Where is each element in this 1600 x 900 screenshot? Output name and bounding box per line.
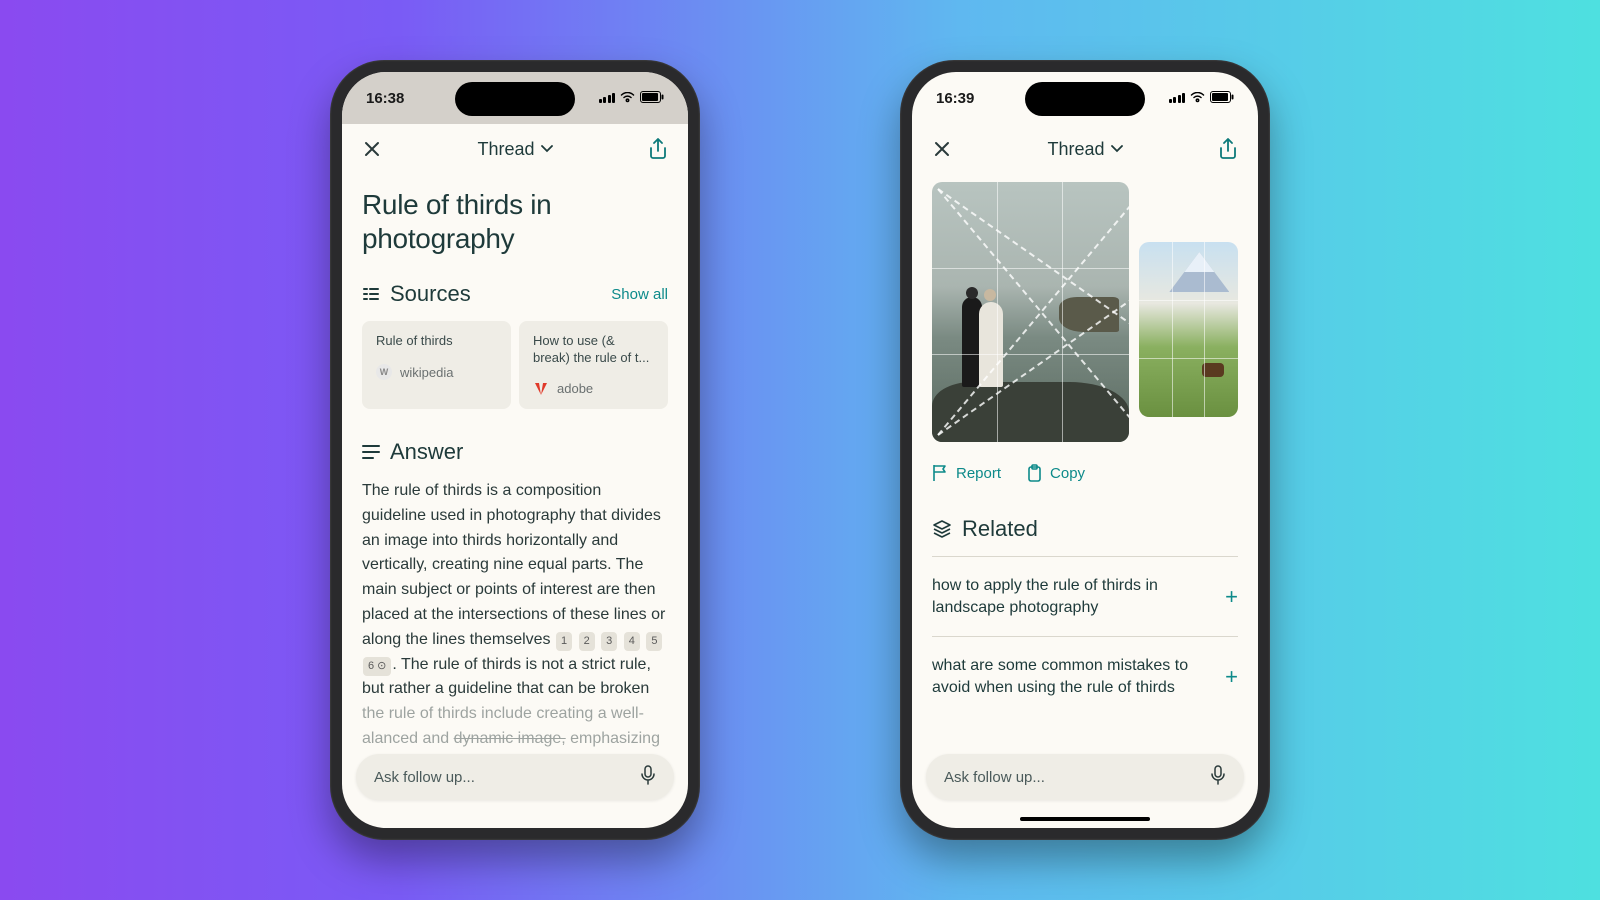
- scroll-content[interactable]: Report Copy Related how to apply the rul…: [912, 174, 1258, 828]
- notch: [455, 82, 575, 116]
- copy-button[interactable]: Copy: [1027, 464, 1085, 482]
- plus-icon: +: [1225, 664, 1238, 690]
- source-name: wikipedia: [400, 365, 453, 380]
- share-icon[interactable]: [646, 137, 670, 161]
- related-header: Related: [962, 516, 1038, 542]
- source-title: Rule of thirds: [376, 333, 497, 350]
- battery-icon: [640, 90, 664, 107]
- report-label: Report: [956, 465, 1001, 482]
- citation[interactable]: 5: [646, 632, 662, 651]
- close-icon[interactable]: [930, 137, 954, 161]
- citation[interactable]: 2: [579, 632, 595, 651]
- nav-title-text: Thread: [1047, 139, 1104, 160]
- action-row: Report Copy: [932, 464, 1238, 482]
- chevron-down-icon: [1111, 145, 1123, 153]
- phone-screen: 16:38 Thread R: [342, 72, 688, 828]
- image-thumbnail[interactable]: [1139, 242, 1238, 417]
- favicon-adobe: [533, 381, 549, 397]
- favicon-wikipedia: W: [376, 364, 392, 380]
- citation[interactable]: 3: [601, 632, 617, 651]
- related-item[interactable]: how to apply the rule of thirds in lands…: [932, 556, 1238, 636]
- source-card[interactable]: How to use (& break) the rule of t... ad…: [519, 321, 668, 409]
- sources-icon: [362, 285, 380, 303]
- thirds-grid-overlay: [1139, 242, 1238, 417]
- status-icons: [1169, 90, 1235, 107]
- phone-screen: 16:39 Thread: [912, 72, 1258, 828]
- followup-input[interactable]: Ask follow up...: [356, 754, 674, 800]
- status-time: 16:39: [936, 90, 974, 107]
- answer-body: The rule of thirds is a composition guid…: [362, 479, 668, 752]
- cellular-icon: [599, 93, 616, 103]
- source-name: adobe: [557, 381, 593, 396]
- followup-placeholder: Ask follow up...: [374, 769, 475, 786]
- nav-bar: Thread: [912, 124, 1258, 174]
- battery-icon: [1210, 90, 1234, 107]
- sources-header: Sources: [390, 281, 471, 307]
- notch: [1025, 82, 1145, 116]
- answer-header: Answer: [390, 439, 463, 465]
- citation[interactable]: 1: [556, 632, 572, 651]
- answer-header-row: Answer: [362, 439, 668, 465]
- microphone-icon[interactable]: [1210, 765, 1226, 790]
- image-thumbnail[interactable]: [932, 182, 1129, 442]
- home-indicator: [1020, 817, 1150, 821]
- page-title: Rule of thirds in photography: [362, 188, 668, 255]
- source-title: How to use (& break) the rule of t...: [533, 333, 654, 367]
- nav-title[interactable]: Thread: [477, 139, 552, 160]
- source-card[interactable]: Rule of thirds W wikipedia: [362, 321, 511, 409]
- layers-icon: [932, 519, 952, 539]
- report-button[interactable]: Report: [932, 464, 1001, 482]
- status-icons: [599, 90, 665, 107]
- close-icon[interactable]: [360, 137, 384, 161]
- nav-title-text: Thread: [477, 139, 534, 160]
- source-cards: Rule of thirds W wikipedia How to use (&…: [362, 321, 668, 409]
- image-results: [932, 182, 1238, 442]
- nav-title[interactable]: Thread: [1047, 139, 1122, 160]
- flag-icon: [932, 464, 948, 482]
- microphone-icon[interactable]: [640, 765, 656, 790]
- plus-icon: +: [1225, 584, 1238, 610]
- clipboard-icon: [1027, 464, 1042, 482]
- answer-icon: [362, 444, 380, 460]
- citation[interactable]: 6 ⊙: [363, 657, 391, 676]
- wifi-icon: [620, 90, 635, 107]
- cellular-icon: [1169, 93, 1186, 103]
- wifi-icon: [1190, 90, 1205, 107]
- phone-mockup-right: 16:39 Thread: [900, 60, 1270, 840]
- related-text: what are some common mistakes to avoid w…: [932, 655, 1211, 698]
- related-text: how to apply the rule of thirds in lands…: [932, 575, 1211, 618]
- show-all-link[interactable]: Show all: [611, 286, 668, 303]
- followup-placeholder: Ask follow up...: [944, 769, 1045, 786]
- share-icon[interactable]: [1216, 137, 1240, 161]
- phone-mockup-left: 16:38 Thread R: [330, 60, 700, 840]
- related-header-row: Related: [932, 516, 1238, 542]
- citation[interactable]: 4: [624, 632, 640, 651]
- copy-label: Copy: [1050, 465, 1085, 482]
- scroll-content[interactable]: Rule of thirds in photography Sources Sh…: [342, 174, 688, 828]
- related-item[interactable]: what are some common mistakes to avoid w…: [932, 636, 1238, 716]
- status-time: 16:38: [366, 90, 404, 107]
- thirds-grid-overlay: [932, 182, 1129, 442]
- followup-input[interactable]: Ask follow up...: [926, 754, 1244, 800]
- nav-bar: Thread: [342, 124, 688, 174]
- chevron-down-icon: [541, 145, 553, 153]
- sources-header-row: Sources Show all: [362, 281, 668, 307]
